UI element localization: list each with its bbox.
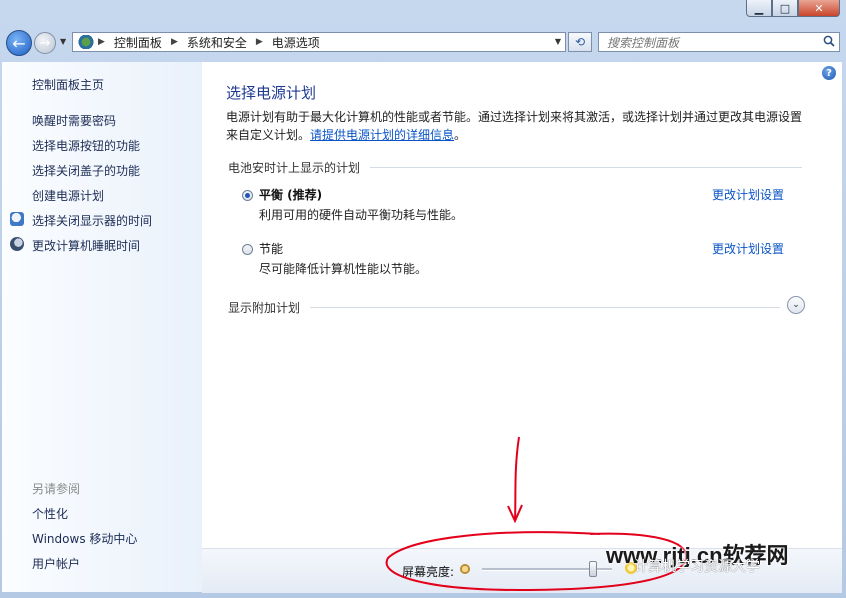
plan-balanced-name[interactable]: 平衡 (推荐) — [259, 186, 322, 203]
arrow-left-icon: ← — [12, 33, 26, 53]
main-content: ? 选择电源计划 电源计划有助于最大化计算机的性能或者节能。通过选择计划来将其激… — [202, 62, 842, 593]
recent-pages-dropdown[interactable]: ▼ — [60, 37, 66, 46]
plan-power-saver-radio[interactable] — [242, 244, 253, 255]
window: ▁ □ ✕ ← → ▼ ▶ 控制面板 ▶ 系统和安全 ▶ 电源选项 ▼ ⟲ 控制… — [0, 0, 846, 598]
watermark-subtext: 计算机学习资源大学 — [634, 558, 760, 574]
plan-balanced-radio[interactable] — [242, 190, 253, 201]
page-title: 选择电源计划 — [226, 84, 317, 102]
moon-icon — [10, 237, 24, 251]
sidebar-item-wake-password[interactable]: 唤醒时需要密码 — [32, 112, 116, 129]
plan-power-saver-desc: 尽可能降低计算机性能以节能。 — [259, 262, 428, 276]
additional-plans-label[interactable]: 显示附加计划 — [228, 299, 300, 316]
plan-power-saver-name[interactable]: 节能 — [259, 240, 283, 257]
plan-balanced-desc: 利用可用的硬件自动平衡功耗与性能。 — [259, 208, 464, 222]
search-icon[interactable] — [823, 35, 835, 47]
section-divider — [370, 167, 802, 168]
forward-button[interactable]: → — [34, 32, 56, 54]
chevron-right-icon[interactable]: ▶ — [98, 37, 105, 47]
address-bar[interactable]: ▶ 控制面板 ▶ 系统和安全 ▶ 电源选项 ▼ — [72, 32, 566, 52]
battery-plans-section: 电池安时计上显示的计划 — [228, 159, 802, 176]
monitor-clock-icon — [10, 212, 24, 226]
brightness-label: 屏幕亮度: — [402, 565, 455, 579]
minimize-icon: ▁ — [754, 1, 764, 15]
plan-power-saver-settings-link[interactable]: 更改计划设置 — [712, 240, 784, 257]
see-also-user-accounts[interactable]: 用户帐户 — [32, 555, 80, 572]
close-icon: ✕ — [814, 1, 824, 15]
sidebar-control-panel-home[interactable]: 控制面板主页 — [32, 76, 104, 93]
maximize-icon: □ — [779, 1, 791, 15]
sidebar-item-create-plan[interactable]: 创建电源计划 — [32, 187, 104, 204]
see-also-heading: 另请参阅 — [32, 482, 81, 496]
minimize-button[interactable]: ▁ — [746, 0, 772, 17]
plan-details-link[interactable]: 请提供电源计划的详细信息 — [310, 128, 454, 142]
maximize-button[interactable]: □ — [772, 0, 798, 17]
plan-balanced-settings-link[interactable]: 更改计划设置 — [712, 186, 784, 203]
close-button[interactable]: ✕ — [798, 0, 840, 17]
caption-buttons: ▁ □ ✕ — [746, 0, 840, 18]
description-end: 。 — [454, 128, 467, 142]
additional-plans-section[interactable]: 显示附加计划 — [228, 299, 780, 316]
sidebar-item-sleep-time[interactable]: 更改计算机睡眠时间 — [32, 237, 140, 254]
arrow-right-icon: → — [39, 35, 51, 51]
breadcrumb-system-security[interactable]: 系统和安全 — [187, 34, 247, 51]
see-also-mobility-center[interactable]: Windows 移动中心 — [32, 530, 137, 547]
expand-button[interactable]: ⌄ — [787, 296, 805, 314]
section-label: 电池安时计上显示的计划 — [228, 161, 361, 175]
section-divider — [310, 307, 780, 308]
sidebar-item-close-lid[interactable]: 选择关闭盖子的功能 — [32, 162, 140, 179]
breadcrumb-power-options[interactable]: 电源选项 — [272, 34, 320, 51]
back-button[interactable]: ← — [6, 30, 32, 56]
help-button[interactable]: ? — [822, 66, 836, 80]
breadcrumb-control-panel[interactable]: 控制面板 — [114, 34, 162, 51]
chevron-right-icon[interactable]: ▶ — [171, 37, 178, 47]
page-description: 电源计划有助于最大化计算机的性能或者节能。通过选择计划来将其激活，或选择计划并通… — [226, 108, 811, 144]
sidebar-item-power-button[interactable]: 选择电源按钮的功能 — [32, 137, 140, 154]
control-panel-icon — [78, 35, 94, 49]
left-task-pane: 控制面板主页 唤醒时需要密码 选择电源按钮的功能 选择关闭盖子的功能 创建电源计… — [2, 62, 202, 592]
search-box — [598, 32, 840, 52]
sidebar-item-display-off[interactable]: 选择关闭显示器的时间 — [32, 212, 152, 229]
brightness-slider-thumb[interactable] — [588, 561, 597, 577]
see-also-personalization[interactable]: 个性化 — [32, 505, 68, 522]
question-icon: ? — [826, 67, 832, 79]
address-dropdown-icon[interactable]: ▼ — [555, 37, 561, 46]
chevron-down-icon: ⌄ — [792, 300, 800, 310]
dim-sun-icon — [460, 564, 470, 574]
navigation-bar: ← → ▼ ▶ 控制面板 ▶ 系统和安全 ▶ 电源选项 ▼ ⟲ — [4, 28, 842, 58]
search-input[interactable] — [605, 34, 819, 52]
refresh-icon: ⟲ — [574, 35, 586, 49]
refresh-button[interactable]: ⟲ — [568, 32, 592, 52]
chevron-right-icon[interactable]: ▶ — [256, 37, 263, 47]
